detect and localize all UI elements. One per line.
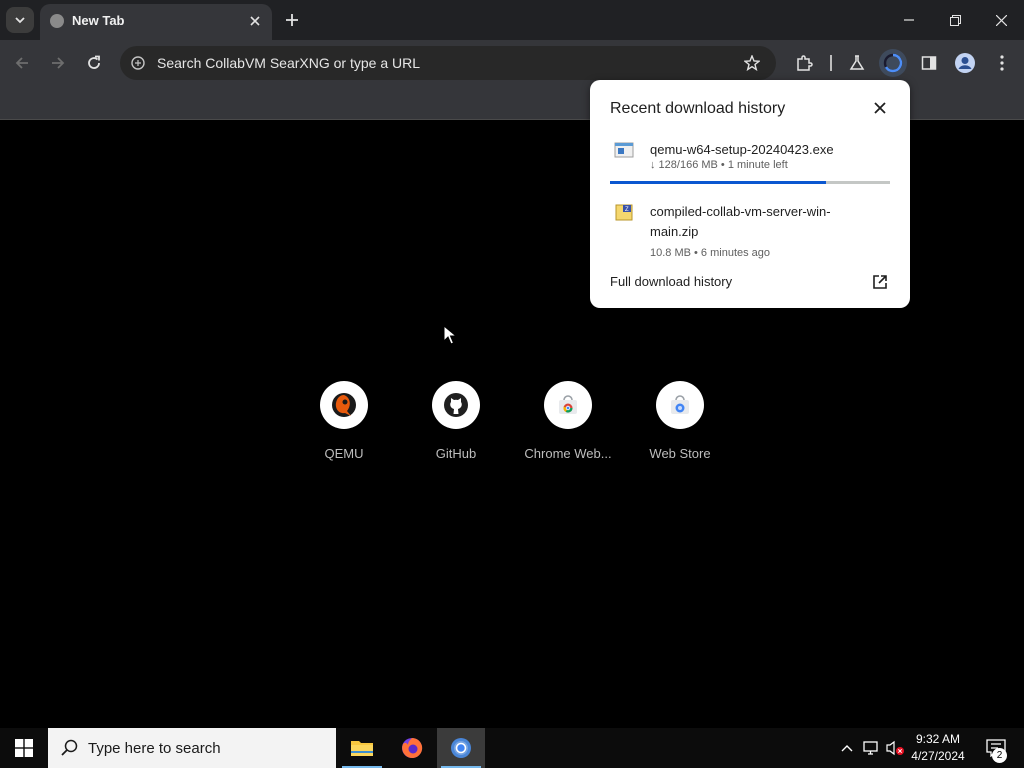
omnibox[interactable]: Search CollabVM SearXNG or type a URL <box>120 46 776 80</box>
reload-icon <box>88 55 100 69</box>
shortcut-label: Chrome Web... <box>524 446 612 461</box>
network-icon <box>863 741 878 755</box>
reload-button[interactable] <box>80 49 108 77</box>
avatar-icon <box>955 53 975 73</box>
side-panel-button[interactable] <box>915 49 943 77</box>
chrome-web-store-icon <box>559 395 577 414</box>
shortcut-qemu[interactable] <box>320 381 368 429</box>
download-progress-fill <box>610 181 826 184</box>
tab-close-icon[interactable] <box>244 10 266 32</box>
download-status: 10.8 MB • 6 minutes ago <box>650 247 771 259</box>
back-button[interactable] <box>8 49 36 77</box>
plus-icon <box>286 14 298 26</box>
tab-strip: New Tab <box>0 0 1024 40</box>
close-window-button[interactable] <box>978 0 1024 40</box>
side-panel-icon <box>921 56 937 70</box>
exe-file-icon <box>614 142 634 158</box>
shortcut-web-store[interactable] <box>656 381 704 429</box>
network-tray-button[interactable] <box>860 728 882 768</box>
flask-icon <box>849 55 865 70</box>
full-download-history-link[interactable]: Full download history <box>610 274 732 289</box>
taskbar-chrome[interactable] <box>437 728 485 768</box>
shortcut-tile[interactable]: GitHub <box>400 381 512 471</box>
chevron-up-icon <box>841 745 853 752</box>
shortcut-label: QEMU <box>324 446 364 461</box>
volume-tray-button[interactable] <box>884 728 906 768</box>
minimize-icon <box>904 19 914 21</box>
tab-title: New Tab <box>72 13 125 28</box>
firefox-icon <box>402 737 423 758</box>
download-progress-bar <box>610 181 890 184</box>
omnibox-placeholder: Search CollabVM SearXNG or type a URL <box>157 55 420 71</box>
shortcut-tile[interactable]: Chrome Web... <box>512 381 624 471</box>
chevron-down-icon <box>15 17 25 24</box>
extensions-button[interactable] <box>790 49 818 77</box>
new-tab-button[interactable] <box>280 8 304 32</box>
svg-text:Z: Z <box>625 207 629 213</box>
shortcut-label: GitHub <box>435 446 477 461</box>
github-icon <box>444 393 468 417</box>
taskbar-clock[interactable]: 9:32 AM 4/27/2024 <box>906 731 970 765</box>
search-icon <box>61 739 78 756</box>
download-progress-icon <box>883 53 903 73</box>
taskbar-search-box[interactable]: Type here to search <box>48 728 336 768</box>
restore-icon <box>949 14 961 26</box>
mouse-cursor-icon <box>443 325 457 345</box>
windows-logo-icon <box>15 739 33 757</box>
open-in-new-icon[interactable] <box>870 272 890 292</box>
shortcut-tile[interactable]: QEMU <box>288 381 400 471</box>
zip-file-icon: Z <box>615 204 633 221</box>
site-info-icon[interactable] <box>128 53 148 73</box>
close-icon <box>995 14 1007 26</box>
volume-muted-icon <box>886 740 904 756</box>
tab-favicon-icon <box>50 14 64 28</box>
restore-button[interactable] <box>932 0 978 40</box>
arrow-left-icon <box>15 57 28 69</box>
start-button[interactable] <box>0 728 48 768</box>
taskbar-firefox[interactable] <box>388 728 436 768</box>
puzzle-icon <box>797 55 813 71</box>
download-filename: compiled-collab-vm-server-win-main.zip <box>650 204 831 239</box>
download-bubble-title: Recent download history <box>610 100 786 117</box>
taskbar-file-explorer[interactable] <box>338 728 386 768</box>
close-icon[interactable] <box>868 96 892 120</box>
download-bubble: Recent download history qemu-w64-setup-2… <box>590 80 910 308</box>
show-hidden-icons-button[interactable] <box>838 728 856 768</box>
profile-button[interactable] <box>951 49 979 77</box>
tab-new-tab[interactable]: New Tab <box>40 4 272 40</box>
download-filename: qemu-w64-setup-20240423.exe <box>650 142 834 157</box>
downloads-button[interactable] <box>879 49 907 77</box>
download-status: ↓ 128/166 MB • 1 minute left <box>650 159 788 171</box>
chrome-icon <box>451 738 471 758</box>
shortcut-tile[interactable]: Web Store <box>624 381 736 471</box>
toolbar-separator <box>830 55 832 71</box>
bookmark-star-icon[interactable] <box>742 53 762 73</box>
menu-button[interactable] <box>988 49 1016 77</box>
tab-search-button[interactable] <box>6 7 34 33</box>
shortcut-chrome-web-store[interactable] <box>544 381 592 429</box>
minimize-button[interactable] <box>886 0 932 40</box>
taskbar: Type here to search 9:32 AM 4/27/2024 2 <box>0 728 1024 768</box>
clock-time: 9:32 AM <box>915 732 961 746</box>
shortcut-github[interactable] <box>432 381 480 429</box>
folder-icon <box>351 741 373 756</box>
taskbar-search-placeholder: Type here to search <box>88 740 221 757</box>
forward-button[interactable] <box>44 49 72 77</box>
arrow-right-icon <box>52 57 65 69</box>
clock-date: 4/27/2024 <box>911 749 965 763</box>
shortcut-label: Web Store <box>649 446 711 461</box>
web-store-icon <box>671 395 689 414</box>
labs-button[interactable] <box>843 49 871 77</box>
qemu-icon <box>332 393 356 417</box>
more-vert-icon <box>1000 55 1004 71</box>
notification-count-badge: 2 <box>992 748 1007 763</box>
